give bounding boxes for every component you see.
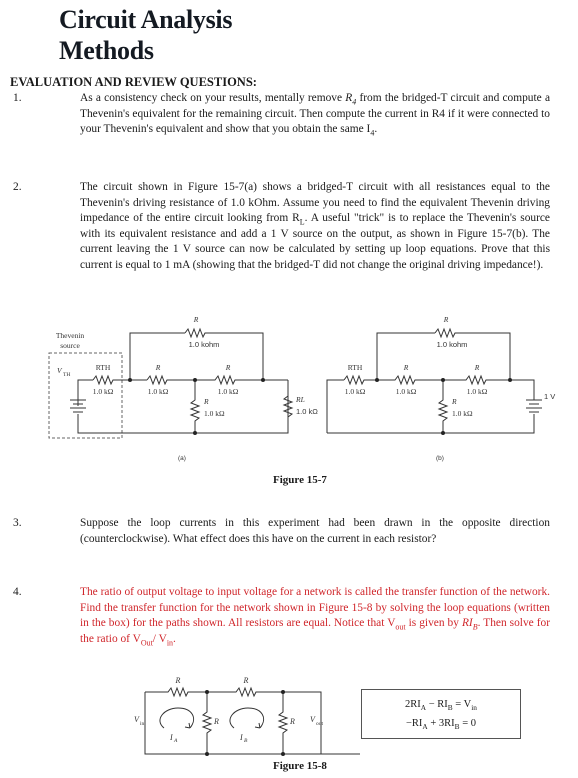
r-label: R bbox=[175, 676, 181, 685]
r2-label-b: R bbox=[474, 363, 480, 372]
loop-arrow-a bbox=[159, 707, 194, 729]
r-label: R bbox=[289, 717, 295, 726]
source-label: source bbox=[60, 341, 80, 350]
ia-label: I bbox=[169, 733, 173, 742]
rl-label: RL bbox=[295, 395, 305, 404]
figure-15-8-caption: Figure 15-8 bbox=[273, 760, 327, 772]
ib-label: I bbox=[239, 733, 243, 742]
resistor-r-shunt-2 bbox=[277, 692, 289, 754]
bridge-value-b: 1.0 kohm bbox=[437, 340, 468, 349]
thevenin-label: Thevenin bbox=[56, 331, 85, 340]
ib-sub: B bbox=[244, 738, 248, 744]
r3-value-b: 1.0 kΩ bbox=[452, 409, 473, 418]
wire bbox=[77, 379, 93, 406]
equation-1: 2RIA − RIB = Vin bbox=[405, 699, 477, 713]
question-text: The circuit shown in Figure 15-7(a) show… bbox=[80, 181, 550, 271]
r1-label-b: R bbox=[403, 363, 409, 372]
resistor-bridge-b bbox=[434, 327, 511, 380]
resistor-r3-b bbox=[437, 380, 449, 433]
r3-label-a: R bbox=[203, 397, 209, 406]
wire bbox=[326, 379, 344, 433]
title-line-2: Methods bbox=[59, 36, 154, 65]
r1-value-b: 1.0 kΩ bbox=[396, 387, 417, 396]
bridge-label-b: R bbox=[443, 315, 449, 324]
section-heading: EVALUATION AND REVIEW QUESTIONS: bbox=[10, 75, 257, 89]
loop-equations-box: 2RIA − RIB = Vin −RIA + 3RIB = 0 bbox=[361, 689, 521, 739]
question-number: 2. bbox=[13, 181, 22, 193]
resistor-r1-a bbox=[146, 374, 195, 386]
rth-label-a: RTH bbox=[96, 363, 111, 372]
rl-value: 1.0 kΩ bbox=[296, 407, 318, 416]
r-label: R bbox=[213, 717, 219, 726]
bridge-value-a: 1.0 kohm bbox=[189, 340, 220, 349]
r2-value-b: 1.0 kΩ bbox=[467, 387, 488, 396]
figure-15-7-caption: Figure 15-7 bbox=[273, 474, 327, 486]
question-text: The ratio of output voltage to input vol… bbox=[80, 586, 551, 648]
vin-sub: in bbox=[140, 721, 145, 727]
resistor-bridge-a bbox=[184, 327, 264, 380]
resistor-r2-b bbox=[443, 374, 535, 400]
resistor-rth-a bbox=[92, 374, 130, 386]
r2-value-a: 1.0 kΩ bbox=[218, 387, 239, 396]
question-text: Suppose the loop currents in this experi… bbox=[80, 517, 550, 545]
sublabel-b: (b) bbox=[436, 455, 444, 462]
figure-15-7-diagram: Thevenin source V TH RTH 1.0 kΩ R 1.0 ko… bbox=[48, 315, 555, 462]
r3-label-b: R bbox=[451, 397, 457, 406]
r-label: R bbox=[243, 676, 249, 685]
resistor-r3-a bbox=[189, 380, 201, 433]
ia-sub: A bbox=[173, 738, 178, 744]
question-number: 3. bbox=[13, 517, 22, 529]
figure-15-8-diagram: R R R R V in V out I A I B bbox=[134, 676, 360, 756]
vth-sub: TH bbox=[63, 372, 70, 378]
r1-value-a: 1.0 kΩ bbox=[148, 387, 169, 396]
source-1v-label: 1 V bbox=[544, 392, 555, 401]
r2-label-a: R bbox=[225, 363, 231, 372]
sublabel-a: (a) bbox=[178, 455, 186, 462]
equation-2: −RIA + 3RIB = 0 bbox=[406, 718, 476, 732]
title-line-1: Circuit Analysis bbox=[59, 5, 233, 34]
loop-arrow-b bbox=[229, 707, 264, 729]
rth-value-b: 1.0 kΩ bbox=[345, 387, 366, 396]
resistor-r-series-1 bbox=[145, 686, 207, 698]
resistor-rth-b bbox=[343, 374, 377, 386]
r1-label-a: R bbox=[155, 363, 161, 372]
question-number: 1. bbox=[13, 92, 22, 104]
vout-sub: out bbox=[316, 721, 324, 727]
bridge-label-a: R bbox=[193, 315, 199, 324]
question-text: As a consistency check on your results, … bbox=[80, 92, 550, 138]
document-title: Circuit Analysis Methods bbox=[59, 4, 232, 66]
resistor-r-shunt-1 bbox=[201, 692, 213, 754]
rth-label-b: RTH bbox=[348, 363, 363, 372]
rth-value-a: 1.0 kΩ bbox=[93, 387, 114, 396]
resistor-r1-b bbox=[377, 374, 443, 386]
resistor-r2-a bbox=[195, 374, 288, 386]
r3-value-a: 1.0 kΩ bbox=[204, 409, 225, 418]
question-number: 4. bbox=[13, 586, 22, 598]
